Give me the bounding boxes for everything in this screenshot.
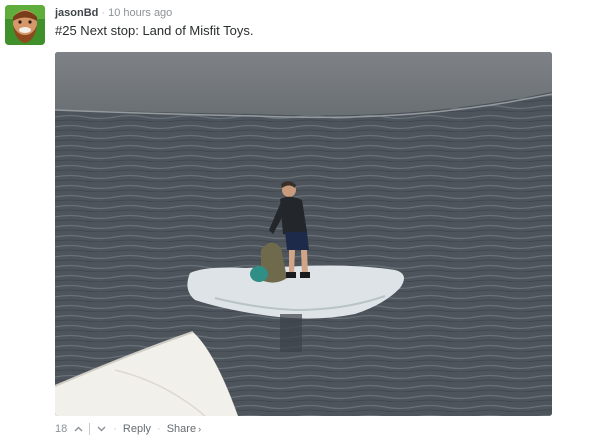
chevron-up-icon xyxy=(74,426,83,432)
vote-divider xyxy=(89,423,91,435)
comment-message: #25 Next stop: Land of Misfit Toys. xyxy=(55,23,254,38)
vote-count: 18 xyxy=(55,423,68,435)
footer-dot: · xyxy=(113,423,117,435)
meta-separator: · xyxy=(101,7,106,19)
bearded-man-avatar-icon xyxy=(5,5,45,45)
comment: jasonBd · 10 hours ago #25 Next stop: Land… xyxy=(0,0,600,442)
share-button[interactable]: Share › xyxy=(167,422,201,436)
share-chevron-icon: › xyxy=(198,424,202,434)
footer-dot: · xyxy=(157,423,161,435)
comment-footer: 18 · Reply · Share › xyxy=(55,422,201,436)
man-on-ice-floe-photo-icon xyxy=(55,52,552,416)
user-avatar[interactable] xyxy=(5,5,45,45)
share-label: Share xyxy=(166,423,197,435)
comment-image[interactable] xyxy=(55,52,552,416)
author-name[interactable]: jasonBd xyxy=(55,7,98,19)
comment-meta: jasonBd · 10 hours ago xyxy=(55,7,172,20)
chevron-down-icon xyxy=(97,426,106,432)
reply-button[interactable]: Reply xyxy=(123,422,151,436)
downvote-button[interactable] xyxy=(95,423,107,435)
timestamp[interactable]: 10 hours ago xyxy=(108,7,172,19)
upvote-button[interactable] xyxy=(72,423,84,435)
